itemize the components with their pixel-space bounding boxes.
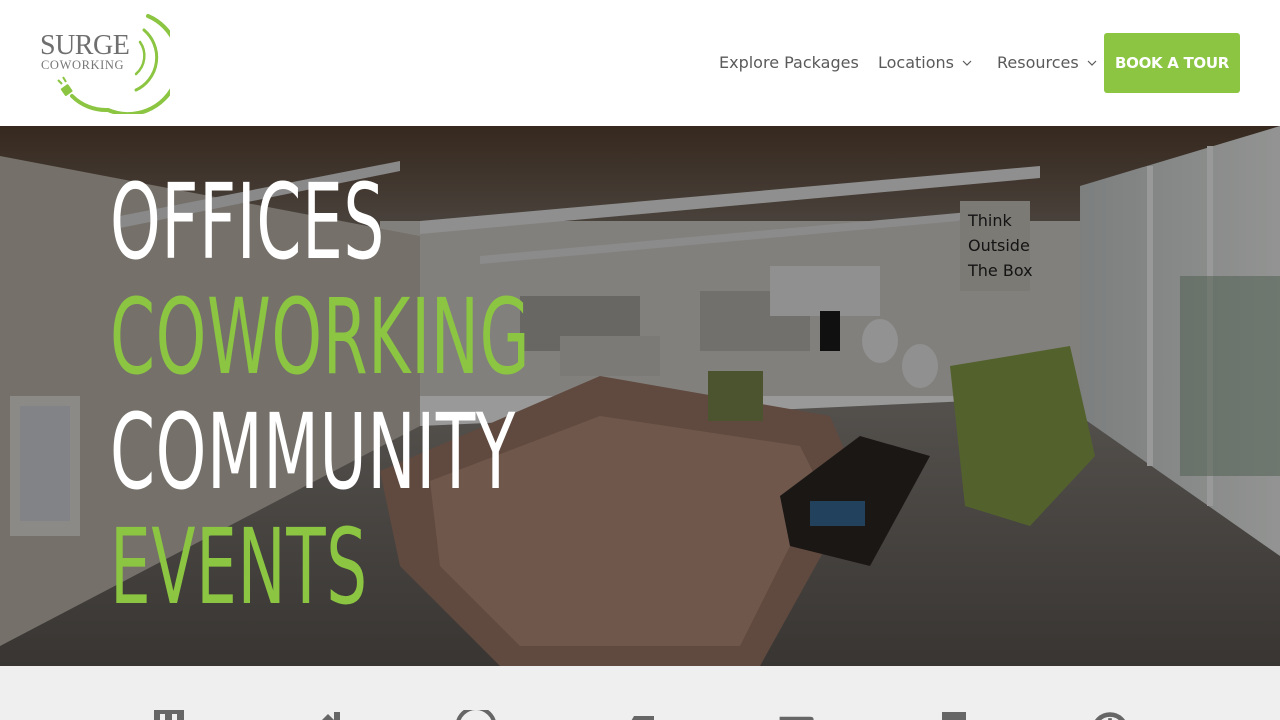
clock-icon bbox=[1094, 712, 1126, 720]
building-icon bbox=[154, 710, 184, 720]
hero-heading-coworking: COWORKING bbox=[110, 276, 531, 398]
hero-heading-community: COMMUNITY bbox=[110, 391, 516, 513]
nav-item-label: Resources bbox=[997, 53, 1079, 72]
chevron-down-icon bbox=[1087, 60, 1097, 66]
book-a-tour-button[interactable]: BOOK A TOUR bbox=[1104, 33, 1240, 93]
chevron-down-icon bbox=[962, 60, 972, 66]
logo-wordmark-surge: SURGE bbox=[40, 30, 130, 61]
nav-item-label: Locations bbox=[878, 53, 955, 72]
hero-heading-offices: OFFICES bbox=[110, 161, 385, 283]
hero-heading-events: EVENTS bbox=[110, 506, 368, 628]
nav-item-resources[interactable]: Resources bbox=[997, 52, 1097, 74]
nav-item-explore-packages[interactable]: Explore Packages bbox=[719, 52, 859, 74]
house-icon bbox=[322, 712, 340, 720]
site-header: SURGE COWORKING Explore Packages Locatio… bbox=[0, 0, 1280, 126]
book-a-tour-label: BOOK A TOUR bbox=[1114, 54, 1230, 72]
hero-section: Think Outside The Box OFFICES COWORKING … bbox=[0, 126, 1280, 666]
nav-item-label: Explore Packages bbox=[719, 53, 859, 72]
logo-wordmark-coworking: COWORKING bbox=[41, 58, 125, 72]
tag-icon bbox=[631, 716, 654, 720]
door-icon bbox=[942, 712, 966, 720]
globe-icon bbox=[456, 710, 496, 720]
ticket-icon bbox=[779, 716, 814, 720]
surge-coworking-logo[interactable]: SURGE COWORKING bbox=[38, 12, 170, 114]
amenities-strip bbox=[0, 666, 1280, 720]
nav-item-locations[interactable]: Locations bbox=[878, 52, 972, 74]
